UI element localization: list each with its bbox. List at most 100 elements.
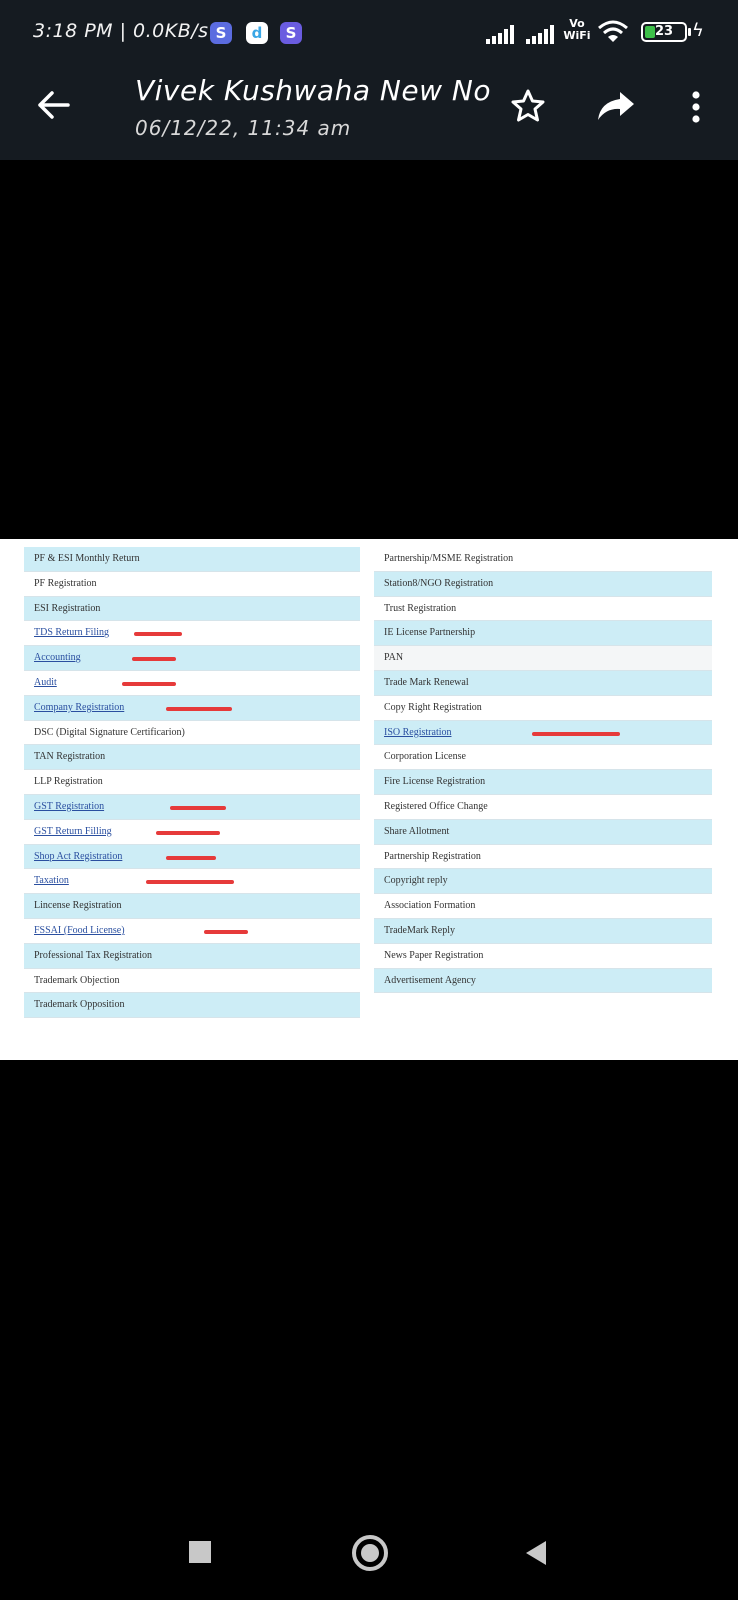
service-label: Lincense Registration	[34, 900, 122, 912]
red-highlight-mark	[170, 805, 226, 810]
service-row: Association Formation	[374, 894, 712, 919]
service-label: Partnership/MSME Registration	[384, 553, 514, 564]
service-row: ESI Registration	[24, 596, 360, 622]
star-icon[interactable]	[510, 88, 546, 124]
service-row: DSC (Digital Signature Certificarion)	[24, 720, 360, 746]
service-label: Registered Office Change	[384, 800, 488, 812]
service-label: PF Registration	[34, 577, 97, 589]
service-row: Trade Mark Renewal	[374, 670, 712, 696]
red-highlight-mark	[204, 929, 248, 934]
service-row: Company Registration	[24, 695, 360, 721]
service-label[interactable]: Shop Act Registration	[34, 851, 122, 862]
service-label: Trust Registration	[384, 602, 457, 614]
service-label: Trademark Opposition	[34, 999, 125, 1011]
service-label[interactable]: Company Registration	[34, 702, 124, 713]
service-row: Fire License Registration	[374, 770, 712, 795]
home-circle-icon[interactable]	[352, 1535, 388, 1571]
service-row: Lincense Registration	[24, 894, 360, 919]
status-time: 3:18 PM | 0.0KB/s	[33, 20, 209, 42]
service-label[interactable]: Accounting	[34, 652, 81, 663]
services-left-column: PF & ESI Monthly Return PF Registration ES…	[24, 547, 360, 1019]
service-row: Partnership Registration	[374, 844, 712, 870]
service-row: IE License Partnership	[374, 621, 712, 647]
message-timestamp: 06/12/22, 11:34 am	[135, 116, 352, 140]
red-highlight-mark	[122, 681, 176, 686]
service-label: Copyright reply	[384, 875, 448, 887]
battery-level: 23	[654, 24, 674, 39]
service-label: Association Formation	[384, 900, 476, 912]
service-row: Professional Tax Registration	[24, 943, 360, 969]
signal-icon-2	[526, 24, 562, 44]
service-label: Trademark Objection	[34, 974, 120, 986]
service-row: Trust Registration	[374, 596, 712, 622]
service-row: TAN Registration	[24, 745, 360, 771]
service-label: Fire License Registration	[384, 776, 486, 788]
service-row: TradeMark Reply	[374, 918, 712, 944]
service-row: ISO Registration	[374, 720, 712, 746]
service-row: FSSAI (Food License)	[24, 918, 360, 944]
service-row: PAN	[374, 646, 712, 671]
service-label: News Paper Registration	[384, 949, 484, 961]
red-highlight-mark	[134, 632, 182, 637]
status-bar: 3:18 PM | 0.0KB/s S d S Vo WiFi 23 ϟ	[0, 0, 738, 68]
battery-icon: 23	[641, 22, 691, 42]
more-vert-icon[interactable]	[690, 90, 702, 124]
share-icon[interactable]	[596, 90, 636, 122]
wifi-icon	[598, 20, 628, 42]
service-label: ESI Registration	[34, 602, 101, 614]
signal-icon	[486, 24, 522, 44]
service-label: Copy Right Registration	[384, 701, 482, 713]
red-highlight-mark	[146, 880, 234, 885]
notification-s2-icon: S	[280, 22, 302, 44]
service-label[interactable]: Taxation	[34, 875, 69, 886]
app-header: 3:18 PM | 0.0KB/s S d S Vo WiFi 23 ϟ Viv…	[0, 0, 738, 160]
service-row: Copy Right Registration	[374, 695, 712, 721]
service-label: IE License Partnership	[384, 627, 476, 639]
service-label: Professional Tax Registration	[34, 949, 152, 961]
service-row: Partnership/MSME Registration	[374, 547, 712, 572]
charging-icon: ϟ	[692, 20, 704, 41]
service-row: Trademark Objection	[24, 968, 360, 994]
service-row: Audit	[24, 670, 360, 696]
service-row: Taxation	[24, 869, 360, 895]
service-label: TAN Registration	[34, 751, 106, 763]
vowifi-bottom: WiFi	[563, 29, 591, 42]
service-row: GST Registration	[24, 794, 360, 820]
service-label[interactable]: GST Registration	[34, 801, 104, 812]
red-highlight-mark	[532, 731, 620, 736]
service-row: PF Registration	[24, 571, 360, 597]
service-row: Station8/NGO Registration	[374, 571, 712, 597]
service-row: Shop Act Registration	[24, 844, 360, 870]
notification-d-icon: d	[246, 22, 268, 44]
back-triangle-icon[interactable]	[526, 1541, 546, 1565]
service-row: Accounting	[24, 646, 360, 671]
service-label: TradeMark Reply	[384, 924, 456, 936]
vowifi-icon: Vo WiFi	[562, 18, 592, 42]
service-row: News Paper Registration	[374, 943, 712, 969]
service-row: Trademark Opposition	[24, 993, 360, 1019]
back-arrow-icon[interactable]	[36, 90, 70, 120]
recents-square-icon[interactable]	[189, 1541, 211, 1563]
service-label[interactable]: TDS Return Filing	[34, 627, 109, 638]
service-label[interactable]: ISO Registration	[384, 727, 452, 738]
service-label: Advertisement Agency	[384, 974, 476, 986]
service-label: Corporation License	[384, 751, 466, 763]
service-row: Advertisement Agency	[374, 968, 712, 994]
services-right-column: Partnership/MSME Registration Station8/NG…	[374, 547, 712, 994]
red-highlight-mark	[132, 657, 176, 662]
service-label[interactable]: GST Return Filling	[34, 826, 112, 837]
service-row: PF & ESI Monthly Return	[24, 547, 360, 572]
service-label: Trade Mark Renewal	[384, 676, 469, 688]
chat-title: Vivek Kushwaha New No	[135, 74, 491, 107]
service-label[interactable]: Audit	[34, 677, 57, 688]
service-label: PAN	[384, 652, 404, 664]
service-label: PF & ESI Monthly Return	[34, 553, 140, 564]
service-row: Share Allotment	[374, 819, 712, 845]
image-content[interactable]: PF & ESI Monthly Return PF Registration ES…	[0, 539, 738, 1060]
service-row: Registered Office Change	[374, 794, 712, 820]
service-label[interactable]: FSSAI (Food License)	[34, 925, 125, 936]
service-label: Station8/NGO Registration	[384, 577, 494, 589]
service-label: Partnership Registration	[384, 850, 481, 862]
red-highlight-mark	[166, 706, 232, 711]
notification-s-icon: S	[210, 22, 232, 44]
